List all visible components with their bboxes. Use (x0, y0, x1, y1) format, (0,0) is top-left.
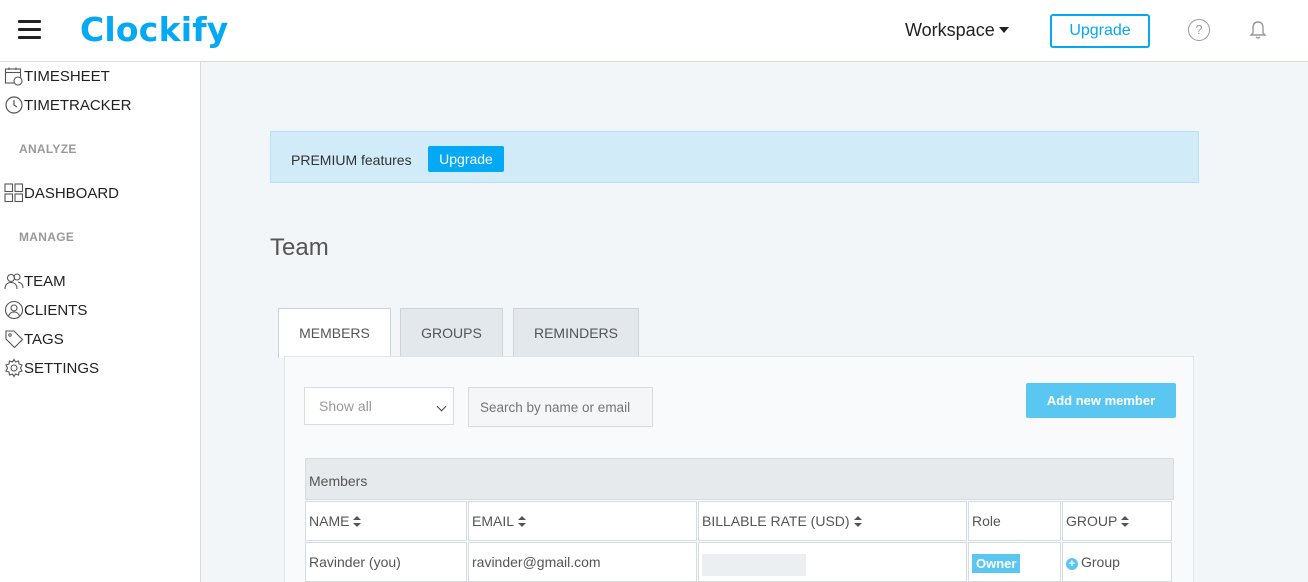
sidebar-item-timesheet[interactable]: TIMESHEET (4, 64, 110, 88)
column-header-group[interactable]: GROUP (1062, 501, 1172, 541)
section-manage: MANAGE (19, 230, 75, 244)
tab-members[interactable]: MEMBERS (278, 308, 391, 358)
sidebar-item-tags[interactable]: TAGS (4, 327, 64, 351)
column-label: GROUP (1066, 513, 1118, 529)
tag-icon (5, 330, 24, 349)
billable-rate-input[interactable] (702, 554, 806, 576)
column-header-role: Role (968, 501, 1061, 541)
premium-upgrade-button[interactable]: Upgrade (428, 146, 504, 172)
help-icon[interactable]: ? (1188, 19, 1210, 41)
sidebar-item-label: TIMETRACKER (24, 96, 132, 114)
page-title: Team (270, 234, 329, 261)
chevron-down-icon (436, 401, 447, 412)
column-header-billable-rate[interactable]: BILLABLE RATE (USD) (698, 501, 967, 541)
tab-groups[interactable]: GROUPS (400, 308, 503, 357)
member-role-cell: Owner (968, 542, 1061, 582)
sidebar-item-label: DASHBOARD (24, 184, 120, 202)
app-logo[interactable]: Clockify (80, 10, 229, 49)
sort-icon (853, 516, 862, 527)
tab-reminders[interactable]: REMINDERS (513, 308, 639, 357)
show-filter-value: Show all (319, 398, 372, 414)
role-owner-badge: Owner (972, 554, 1021, 573)
sort-icon (1121, 516, 1130, 527)
header-upgrade-button[interactable]: Upgrade (1050, 14, 1150, 48)
premium-banner: PREMIUM features Upgrade (270, 131, 1199, 183)
member-email-cell: ravinder@gmail.com (468, 542, 697, 582)
sidebar: TIMESHEET TIMETRACKER ANALYZE DASHBOARD … (0, 62, 201, 582)
sidebar-item-label: SETTINGS (24, 359, 100, 377)
column-label: Role (972, 513, 1001, 529)
member-billable-rate-cell[interactable] (698, 542, 967, 582)
sort-icon (353, 516, 362, 527)
team-icon (4, 273, 24, 290)
add-new-member-button[interactable]: Add new member (1026, 383, 1176, 418)
dashboard-grid-icon (4, 183, 24, 203)
member-name-cell: Ravinder (you) (305, 542, 467, 582)
members-table-title: Members (305, 458, 1174, 500)
bell-icon[interactable] (1247, 19, 1269, 41)
timesheet-icon (4, 67, 23, 86)
clock-icon (5, 96, 23, 114)
column-label: NAME (309, 513, 350, 529)
hamburger-menu-icon[interactable] (18, 20, 42, 40)
sidebar-item-timetracker[interactable]: TIMETRACKER (4, 93, 132, 117)
search-input[interactable] (468, 387, 653, 427)
sort-icon (518, 516, 527, 527)
workspace-label: Workspace (905, 20, 995, 40)
sidebar-item-clients[interactable]: CLIENTS (4, 298, 87, 322)
sidebar-item-label: TIMESHEET (24, 67, 110, 85)
sidebar-item-label: TEAM (24, 272, 66, 290)
show-filter-select[interactable]: Show all (304, 387, 454, 425)
top-header: Clockify Workspace Upgrade ? (0, 0, 1308, 62)
sidebar-item-label: CLIENTS (24, 301, 88, 319)
client-icon (4, 300, 24, 320)
plus-circle-icon: + (1066, 558, 1078, 570)
member-group-cell[interactable]: + Group (1062, 542, 1172, 582)
sidebar-item-dashboard[interactable]: DASHBOARD (4, 181, 119, 205)
column-label: BILLABLE RATE (USD) (702, 513, 850, 529)
section-analyze: ANALYZE (19, 142, 77, 156)
gear-icon (5, 358, 23, 378)
column-header-name[interactable]: NAME (305, 501, 467, 541)
add-group-label: Group (1081, 554, 1120, 570)
sidebar-item-settings[interactable]: SETTINGS (4, 356, 99, 380)
caret-down-icon (998, 27, 1009, 33)
column-label: EMAIL (472, 513, 515, 529)
main-content: PREMIUM features Upgrade Team MEMBERS GR… (201, 62, 1308, 582)
members-panel: Show all Add new member Members NAME EMA… (284, 356, 1194, 582)
premium-text: PREMIUM features (291, 152, 412, 168)
workspace-dropdown[interactable]: Workspace (905, 20, 1009, 41)
sidebar-item-team[interactable]: TEAM (4, 269, 66, 293)
sidebar-item-label: TAGS (24, 330, 64, 348)
column-header-email[interactable]: EMAIL (468, 501, 697, 541)
